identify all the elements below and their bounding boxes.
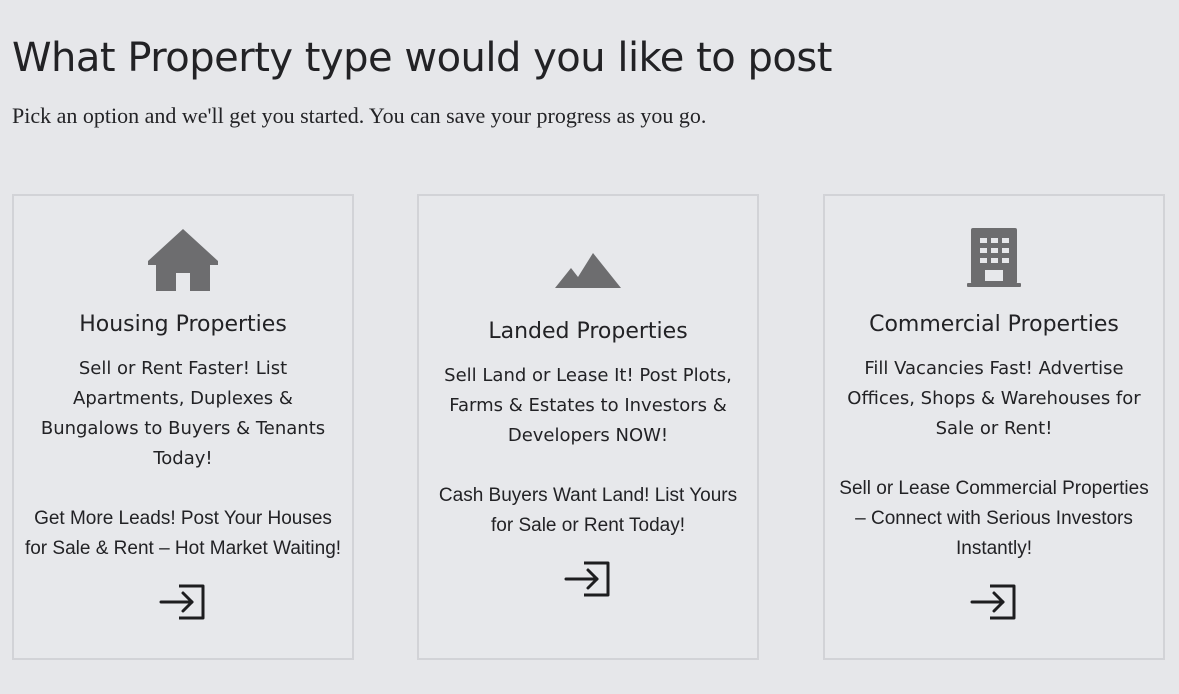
house-icon xyxy=(146,228,220,296)
page-title: What Property type would you like to pos… xyxy=(12,35,832,81)
card-extra-text: Sell or Lease Commercial Properties – Co… xyxy=(839,478,1149,559)
mountains-icon xyxy=(554,251,622,293)
enter-icon[interactable] xyxy=(564,559,612,603)
card-description: Sell Land or Lease It! Post Plots, Farms… xyxy=(444,365,732,446)
enter-icon[interactable] xyxy=(159,582,207,626)
card-extra-text: Get More Leads! Post Your Houses for Sal… xyxy=(24,508,342,559)
card-description: Fill Vacancies Fast! Advertise Offices, … xyxy=(847,358,1141,439)
card-title: Housing Properties xyxy=(79,312,287,337)
page-subtitle: Pick an option and we'll get you started… xyxy=(12,103,707,128)
property-type-card-landed[interactable]: Landed Properties Sell Land or Lease It!… xyxy=(417,194,759,660)
card-title: Landed Properties xyxy=(488,319,688,344)
property-type-card-housing[interactable]: Housing Properties Sell or Rent Faster! … xyxy=(12,194,354,660)
card-description: Sell or Rent Faster! List Apartments, Du… xyxy=(40,358,326,469)
enter-icon[interactable] xyxy=(970,582,1018,626)
card-extra-text: Cash Buyers Want Land! List Yours for Sa… xyxy=(438,485,738,536)
property-type-card-commercial[interactable]: Commercial Properties Fill Vacancies Fas… xyxy=(823,194,1165,660)
building-icon xyxy=(967,228,1021,292)
card-title: Commercial Properties xyxy=(869,312,1119,337)
